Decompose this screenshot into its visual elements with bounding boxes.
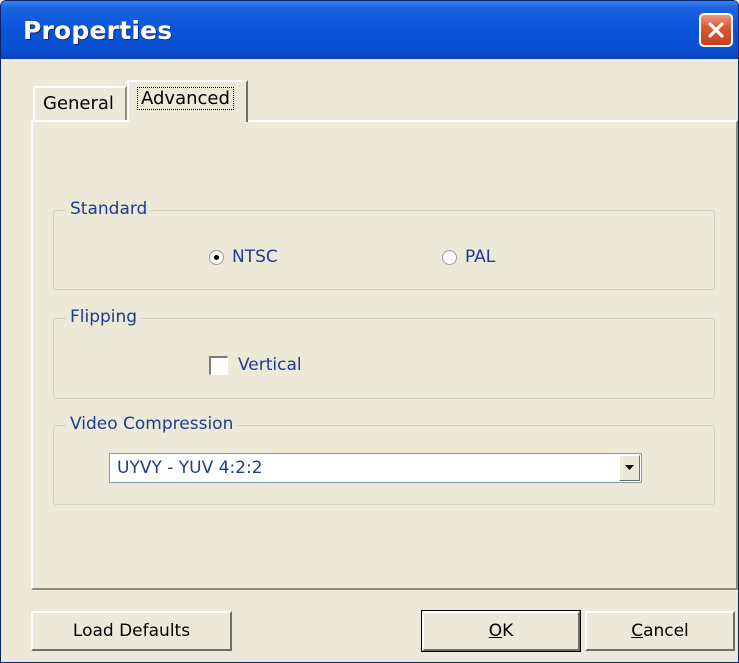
ok-accelerator: O — [488, 621, 503, 641]
properties-dialog: Properties General Advanced Standard NTS… — [0, 0, 739, 663]
radio-unchecked-icon — [442, 249, 457, 265]
flipping-group: Flipping Vertical — [53, 307, 715, 399]
ntsc-label: NTSC — [232, 247, 278, 267]
video-compression-legend: Video Compression — [66, 414, 238, 434]
load-defaults-label: Load Defaults — [72, 621, 191, 641]
title-bar[interactable]: Properties — [1, 1, 738, 59]
standard-group: Standard NTSC PAL — [53, 199, 715, 290]
pal-radio[interactable]: PAL — [442, 247, 495, 267]
dialog-title: Properties — [23, 16, 173, 45]
ok-label-rest: K — [502, 621, 514, 641]
tab-advanced[interactable]: Advanced — [127, 80, 248, 122]
tab-general-label: General — [43, 93, 114, 114]
dropdown-button[interactable] — [619, 455, 640, 481]
tab-general[interactable]: General — [33, 86, 127, 120]
checkbox-icon — [209, 355, 228, 375]
video-compression-value: UYVY - YUV 4:2:2 — [117, 458, 263, 478]
close-icon — [708, 22, 724, 38]
ntsc-radio[interactable]: NTSC — [209, 247, 278, 267]
flipping-legend: Flipping — [66, 307, 142, 327]
close-button[interactable] — [699, 13, 733, 47]
chevron-down-icon — [625, 465, 634, 470]
video-compression-select[interactable]: UYVY - YUV 4:2:2 — [109, 453, 642, 483]
video-compression-group: Video Compression UYVY - YUV 4:2:2 — [53, 414, 715, 505]
cancel-accelerator: C — [631, 621, 644, 641]
pal-label: PAL — [465, 247, 496, 267]
cancel-button[interactable]: Cancel — [585, 611, 735, 651]
vertical-label: Vertical — [238, 355, 302, 375]
cancel-label-rest: ancel — [643, 621, 689, 641]
ok-button[interactable]: OK — [421, 610, 581, 652]
vertical-checkbox[interactable]: Vertical — [209, 355, 302, 375]
load-defaults-button[interactable]: Load Defaults — [31, 611, 232, 651]
radio-checked-icon — [209, 249, 224, 265]
standard-legend: Standard — [66, 199, 152, 219]
tab-advanced-label: Advanced — [137, 87, 234, 110]
